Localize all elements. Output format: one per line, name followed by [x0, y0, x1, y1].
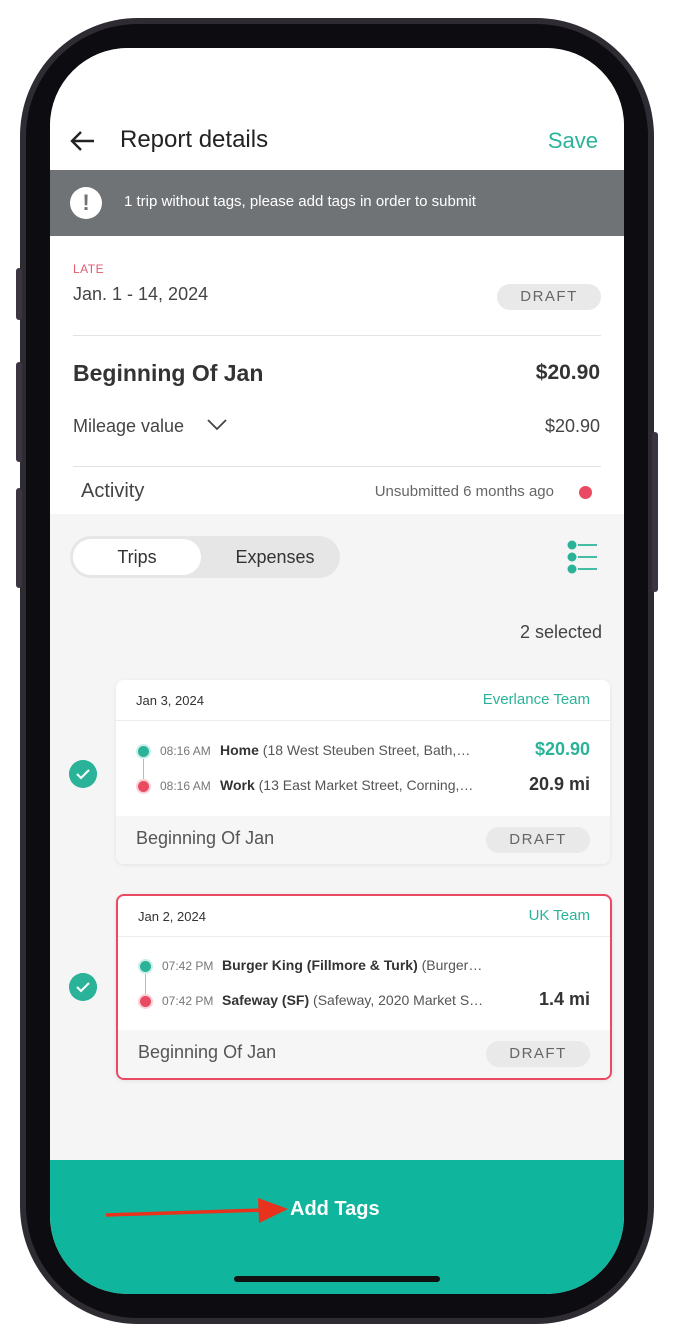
- trip-card-missing-tags[interactable]: Jan 2, 2024 UK Team 07:42 PM Burger King…: [116, 894, 612, 1080]
- checkmark-icon[interactable]: [69, 760, 97, 788]
- destination-dot-icon: [140, 996, 151, 1007]
- add-tags-button[interactable]: Add Tags: [290, 1198, 380, 1221]
- origin-address: Burger King (Fillmore & Turk) (Burger…: [222, 957, 483, 973]
- exclamation-icon: !: [70, 187, 102, 219]
- page-title: Report details: [120, 126, 269, 153]
- list-select-icon[interactable]: [566, 540, 598, 574]
- divider: [118, 936, 610, 937]
- origin-dot-icon: [138, 746, 149, 757]
- trip-card[interactable]: Jan 3, 2024 Everlance Team 08:16 AM Home…: [116, 680, 610, 864]
- checkmark-icon[interactable]: [69, 973, 97, 1001]
- trip-amount: $20.90: [534, 739, 590, 759]
- trip-report-row: Beginning Of Jan DRAFT: [116, 816, 610, 864]
- side-button: [16, 362, 22, 462]
- activity-status: Unsubmitted 6 months ago: [374, 483, 554, 500]
- tab-trips[interactable]: Trips: [73, 539, 201, 575]
- trip-origin: 07:42 PM Burger King (Fillmore & Turk) (…: [138, 956, 590, 978]
- destination-time: 07:42 PM: [162, 994, 214, 1008]
- late-label: LATE: [73, 262, 105, 276]
- destination-dot-icon: [138, 781, 149, 792]
- home-indicator: [234, 1276, 440, 1282]
- trip-distance: 1.4 mi: [538, 989, 590, 1009]
- warning-banner: ! 1 trip without tags, please add tags i…: [50, 170, 624, 236]
- chevron-down-icon[interactable]: [206, 416, 228, 432]
- trip-destination: 07:42 PM Safeway (SF) (Safeway, 2020 Mar…: [138, 989, 590, 1013]
- side-button: [16, 268, 22, 320]
- mileage-toggle[interactable]: Mileage value: [73, 416, 184, 437]
- origin-time: 07:42 PM: [162, 959, 214, 973]
- divider: [73, 466, 601, 467]
- report-name: Beginning Of Jan: [73, 360, 264, 386]
- app-screen: Report details Save ! 1 trip without tag…: [50, 48, 624, 1294]
- side-button: [16, 488, 22, 588]
- trip-team: Everlance Team: [482, 691, 590, 708]
- status-badge: DRAFT: [486, 1041, 590, 1067]
- mileage-value: $20.90: [544, 416, 600, 436]
- side-button: [652, 432, 658, 592]
- report-period: Jan. 1 - 14, 2024: [73, 284, 209, 304]
- unread-dot: [579, 486, 592, 499]
- trip-destination: 08:16 AM Work (13 East Market Street, Co…: [136, 774, 590, 798]
- trip-report-name: Beginning Of Jan: [136, 828, 275, 848]
- trip-report-name: Beginning Of Jan: [138, 1042, 277, 1062]
- destination-address: Safeway (SF) (Safeway, 2020 Market S…: [222, 992, 484, 1008]
- status-badge: DRAFT: [497, 284, 601, 310]
- trips-expenses-toggle: Trips Expenses: [70, 536, 340, 578]
- trip-date: Jan 2, 2024: [138, 909, 206, 924]
- header: Report details Save: [50, 48, 624, 170]
- activity-label[interactable]: Activity: [81, 480, 144, 503]
- banner-text: 1 trip without tags, please add tags in …: [124, 193, 476, 210]
- origin-address: Home (18 West Steuben Street, Bath,…: [220, 742, 471, 758]
- trip-team: UK Team: [528, 907, 590, 924]
- destination-time: 08:16 AM: [160, 779, 211, 793]
- add-tags-bar[interactable]: Add Tags: [50, 1160, 624, 1294]
- divider: [116, 720, 610, 721]
- trip-distance: 20.9 mi: [528, 774, 590, 794]
- divider: [73, 335, 601, 336]
- selected-count: 2 selected: [519, 622, 602, 642]
- destination-address: Work (13 East Market Street, Corning,…: [220, 777, 474, 793]
- red-arrow-icon: [105, 1198, 288, 1223]
- origin-dot-icon: [140, 961, 151, 972]
- tab-expenses[interactable]: Expenses: [215, 539, 335, 575]
- trip-date: Jan 3, 2024: [136, 693, 204, 708]
- back-arrow-icon[interactable]: [68, 126, 98, 156]
- trip-report-row: Beginning Of Jan DRAFT: [118, 1030, 610, 1078]
- trip-origin: 08:16 AM Home (18 West Steuben Street, B…: [136, 739, 590, 763]
- origin-time: 08:16 AM: [160, 744, 211, 758]
- save-button[interactable]: Save: [548, 128, 598, 154]
- report-summary: LATE Jan. 1 - 14, 2024 DRAFT Beginning O…: [50, 236, 624, 514]
- report-total: $20.90: [535, 361, 600, 384]
- status-badge: DRAFT: [486, 827, 590, 853]
